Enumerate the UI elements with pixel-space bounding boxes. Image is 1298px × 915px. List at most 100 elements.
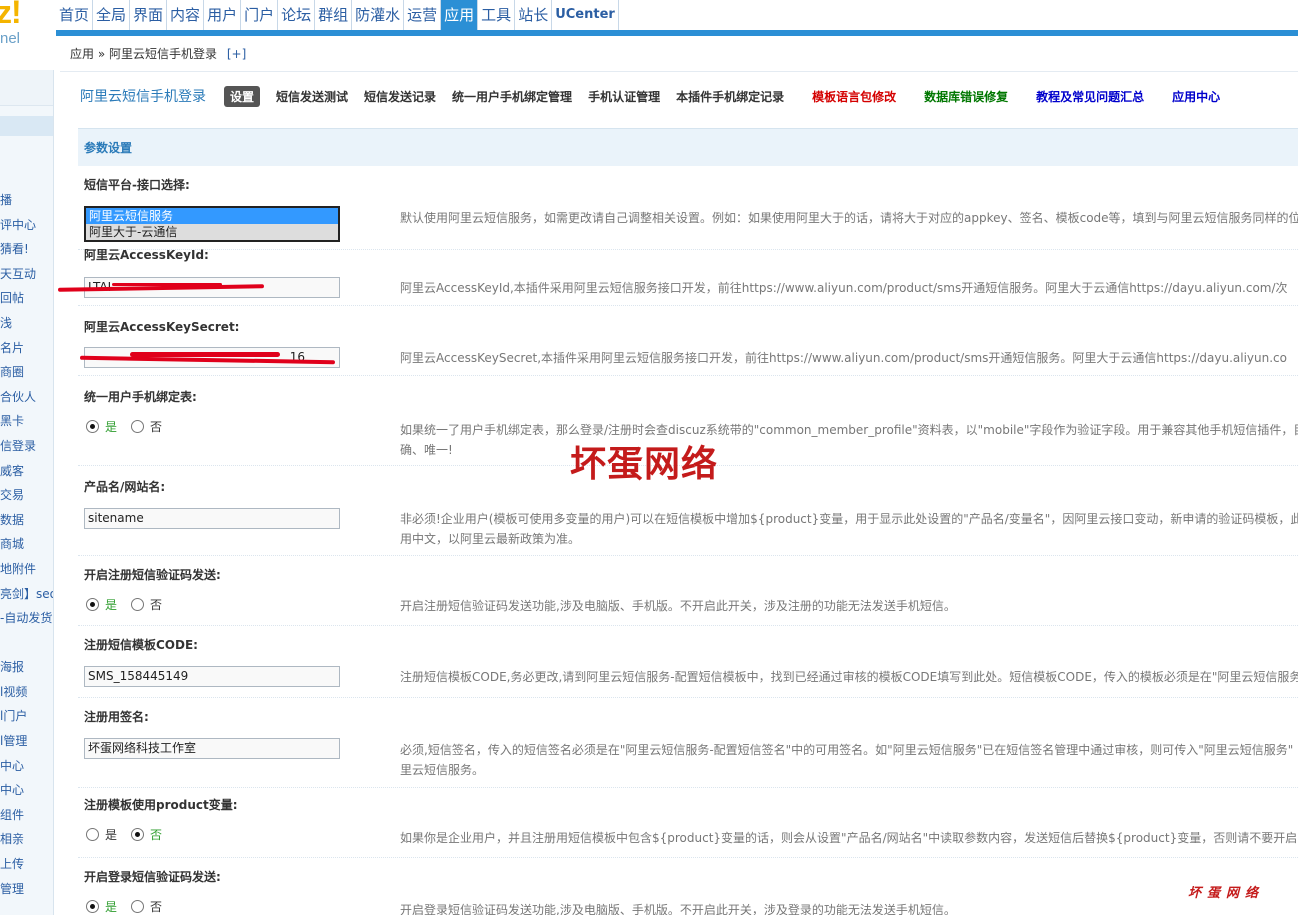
bind-table-no-radio[interactable] [131,420,145,433]
row-reg-sms: 开启注册短信验证码发送: 是 否 开启注册短信验证码发送功能,涉及电脑版、手机版… [78,556,1298,626]
desc-product: 非必须!企业用户(模板可使用多变量的用户)可以在短信模板中增加${product… [400,509,1298,549]
watermark-text: 坏蛋网络 [570,443,719,485]
nav-group[interactable]: 群组 [315,0,353,30]
login-sms-no-label[interactable]: 否 [150,898,162,915]
add-to-menu-link[interactable]: [+] [227,47,246,61]
login-sms-yes-label[interactable]: 是 [105,898,117,915]
sidebar-item[interactable] [0,631,53,656]
desc-keyid: 阿里云AccessKeyId,本插件采用阿里云短信服务接口开发，前往https:… [400,278,1298,298]
sidebar-item[interactable]: 回帖 [0,286,53,311]
reg-sms-yes-radio[interactable] [86,598,99,611]
sidebar-item[interactable]: 商圈 [0,360,53,385]
bind-table-yes-label[interactable]: 是 [105,418,117,435]
sidebar-item[interactable]: 管理 [0,877,53,902]
tab-unified-binding[interactable]: 统一用户手机绑定管理 [452,88,572,105]
sidebar-item[interactable]: 中心 [0,754,53,779]
reg-sms-yes-label[interactable]: 是 [105,596,117,613]
nav-forum[interactable]: 论坛 [278,0,316,30]
sidebar-item[interactable]: 亮剑】seo [0,582,53,607]
sidebar-item[interactable]: 天互动 [0,262,53,287]
sidebar-item[interactable]: 评中心 [0,213,53,238]
desc-secret: 阿里云AccessKeySecret,本插件采用阿里云短信服务接口开发，前往ht… [400,348,1298,368]
sidebar-item[interactable]: 名片 [0,336,53,361]
nav-portal[interactable]: 门户 [241,0,279,30]
discuz-logo[interactable]: z! nel [0,0,56,70]
desc-line: 默认使用阿里云短信服务，如需更改请自己调整相关设置。例如：如果使用阿里大于的话，… [400,211,1298,225]
nav-plugins[interactable]: 应用 [441,0,479,30]
tab-app-center[interactable]: 应用中心 [1172,88,1220,105]
tab-tutorial[interactable]: 教程及常见问题汇总 [1036,88,1144,105]
reg-sms-no-label[interactable]: 否 [150,596,162,613]
label-reg-sign: 注册用签名: [84,710,149,724]
option-alidayu[interactable]: 阿里大于-云通信 [86,224,338,240]
reg-product-no-label[interactable]: 否 [150,826,162,843]
platform-select[interactable]: 阿里云短信服务 阿里大于-云通信 [84,206,340,242]
nav-user[interactable]: 用户 [204,0,242,30]
sidebar-active-marker [0,116,53,136]
row-platform: 短信平台-接口选择: 阿里云短信服务 阿里大于-云通信 默认使用阿里云短信服务，… [78,166,1298,250]
sidebar-item[interactable]: -自动发货 [0,606,53,631]
breadcrumb-separator: » [97,47,106,61]
sidebar-item[interactable]: 播 [0,188,53,213]
label-secret: 阿里云AccessKeySecret: [84,320,240,334]
tab-settings[interactable]: 设置 [224,85,261,107]
sidebar-item[interactable]: 黑卡 [0,409,53,434]
nav-home[interactable]: 首页 [56,0,94,30]
sidebar-item[interactable]: 浅 [0,311,53,336]
sidebar-item[interactable]: l门户 [0,704,53,729]
sidebar-item[interactable]: l管理 [0,729,53,754]
watermark-corner: 坏蛋网络 [1188,886,1265,901]
reg-sms-radios: 是 否 [86,596,176,613]
bind-table-no-label[interactable]: 否 [150,418,162,435]
desc-reg-sign: 必须,短信签名，传入的短信签名必须是在"阿里云短信服务-配置短信签名"中的可用签… [400,740,1298,780]
nav-global[interactable]: 全局 [93,0,131,30]
reg-code-input[interactable]: SMS_158445149 [84,666,340,687]
reg-sign-input[interactable]: 坏蛋网络科技工作室 [84,738,340,759]
sidebar-item[interactable]: 商城 [0,532,53,557]
sidebar-item[interactable]: 上传 [0,852,53,877]
desc-line: 非必须!企业用户(模板可使用多变量的用户)可以在短信模板中增加${product… [400,512,1298,526]
desc-line: 开启登录短信验证码发送功能,涉及电脑版、手机版。不开启此开关，涉及登录的功能无法… [400,903,956,915]
sidebar-item[interactable]: 信登录 [0,434,53,459]
nav-tools[interactable]: 工具 [478,0,516,30]
sidebar-item[interactable]: 海报 [0,655,53,680]
desc-login-sms: 开启登录短信验证码发送功能,涉及电脑版、手机版。不开启此开关，涉及登录的功能无法… [400,900,1298,915]
sidebar-item[interactable]: l视频 [0,680,53,705]
reg-product-yes-label[interactable]: 是 [105,826,117,843]
product-input[interactable]: sitename [84,508,340,529]
desc-line: 阿里云AccessKeyId,本插件采用阿里云短信服务接口开发，前往https:… [400,281,1288,295]
sidebar-item[interactable]: 相亲 [0,827,53,852]
reg-sms-no-radio[interactable] [131,598,145,611]
option-aliyun[interactable]: 阿里云短信服务 [86,208,338,224]
login-sms-yes-radio[interactable] [86,900,99,913]
nav-founder[interactable]: 站长 [515,0,553,30]
reg-product-no-radio[interactable] [131,828,145,841]
sidebar-item[interactable]: 交易 [0,483,53,508]
plugin-title: 阿里云短信手机登录 [80,89,206,105]
tab-template-lang[interactable]: 模板语言包修改 [812,88,896,105]
login-sms-no-radio[interactable] [131,900,145,913]
tab-phone-auth[interactable]: 手机认证管理 [588,88,660,105]
tab-binding-log[interactable]: 本插件手机绑定记录 [676,88,784,105]
tab-sms-test[interactable]: 短信发送测试 [276,88,348,105]
tab-db-repair[interactable]: 数据库错误修复 [924,88,1008,105]
nav-ucenter[interactable]: UCenter [552,0,619,30]
breadcrumb-root[interactable]: 应用 [70,47,94,61]
sidebar-item[interactable]: 威客 [0,459,53,484]
sidebar-item[interactable]: 组件 [0,803,53,828]
nav-content[interactable]: 内容 [167,0,205,30]
sidebar-item[interactable]: 中心 [0,778,53,803]
bind-table-yes-radio[interactable] [86,420,99,433]
sidebar-item[interactable]: 猜看! [0,237,53,262]
label-platform: 短信平台-接口选择: [84,178,190,192]
sidebar-item[interactable]: 地附件 [0,557,53,582]
sidebar-item[interactable]: 数据 [0,508,53,533]
label-login-sms: 开启登录短信验证码发送: [84,870,221,884]
desc-platform: 默认使用阿里云短信服务，如需更改请自己调整相关设置。例如：如果使用阿里大于的话，… [400,208,1298,228]
reg-product-yes-radio[interactable] [86,828,99,841]
nav-style[interactable]: 界面 [130,0,168,30]
nav-operation[interactable]: 运营 [404,0,442,30]
nav-antispam[interactable]: 防灌水 [352,0,405,30]
sidebar-item[interactable]: 合伙人 [0,385,53,410]
tab-sms-log[interactable]: 短信发送记录 [364,88,436,105]
